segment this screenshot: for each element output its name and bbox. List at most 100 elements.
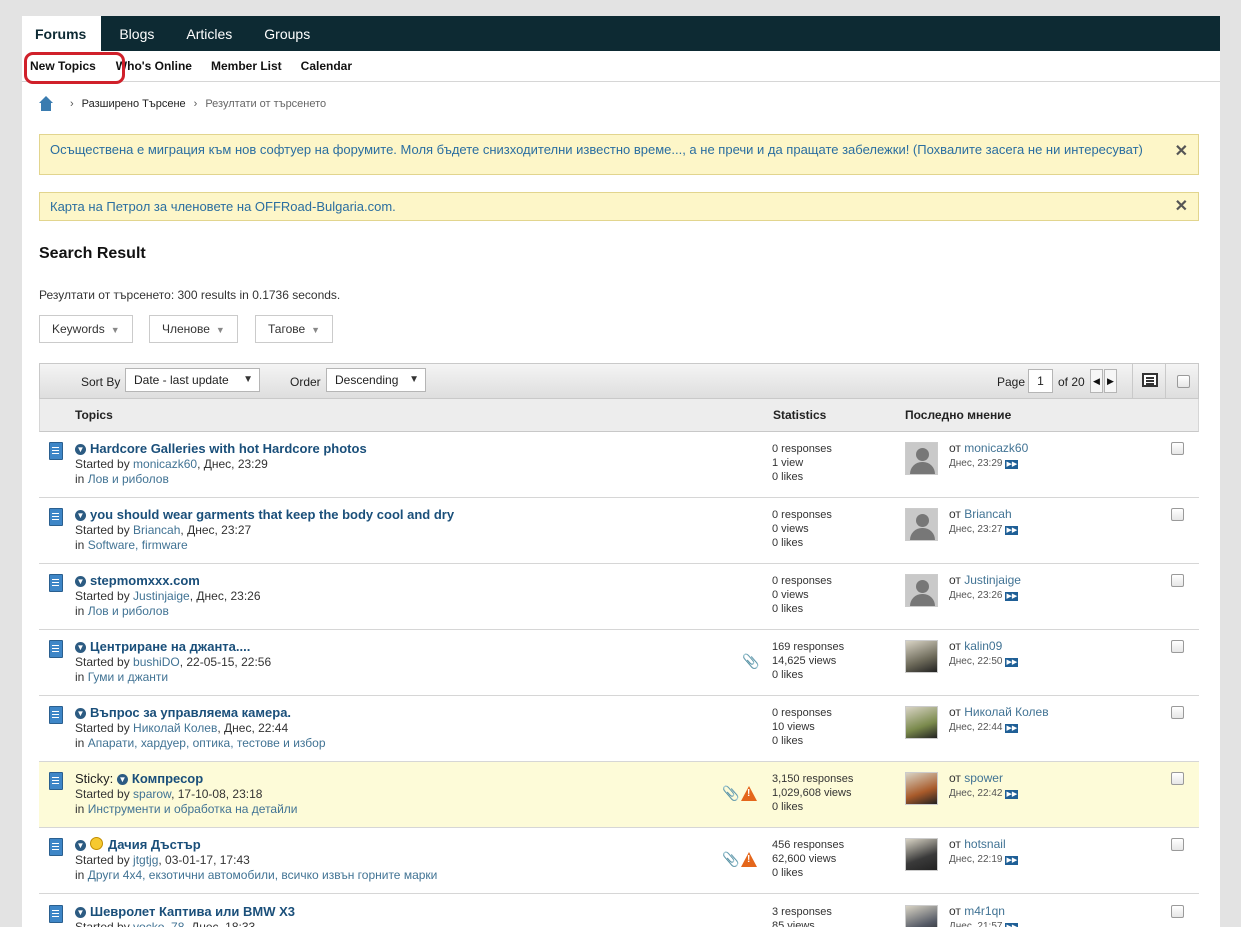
prev-page-icon[interactable]: ◀: [1090, 369, 1103, 393]
tab-blogs[interactable]: Blogs: [103, 16, 170, 51]
avatar[interactable]: [905, 442, 938, 475]
topic-title-link[interactable]: Центриране на джанта....: [90, 639, 250, 654]
go-first-unread-icon[interactable]: ▼: [75, 444, 86, 455]
author-link[interactable]: Николай Колев: [133, 721, 217, 735]
started-by-label: Started by: [75, 523, 134, 537]
last-post-user-link[interactable]: monicazk60: [964, 441, 1028, 455]
smiley-icon: [90, 837, 103, 850]
category-link[interactable]: Лов и риболов: [88, 604, 169, 618]
category-link[interactable]: Апарати, хардуер, оптика, тестове и избо…: [88, 736, 326, 750]
home-icon[interactable]: [38, 96, 54, 112]
next-page-icon[interactable]: ▶: [1104, 369, 1117, 393]
topic-title-link[interactable]: Компресор: [132, 771, 203, 786]
author-link[interactable]: monicazk60: [133, 457, 197, 471]
category-link[interactable]: Software, firmware: [88, 538, 188, 552]
page-input[interactable]: 1: [1028, 369, 1053, 393]
go-to-last-post-icon[interactable]: ▶▶: [1005, 526, 1019, 535]
topic-statistics: 456 responses 62,600 views 0 likes: [772, 838, 844, 880]
go-to-last-post-icon[interactable]: ▶▶: [1005, 460, 1019, 469]
go-first-unread-icon[interactable]: ▼: [75, 510, 86, 521]
tab-articles[interactable]: Articles: [170, 16, 248, 51]
order-select[interactable]: Descending ▼: [326, 368, 426, 392]
row-select-checkbox[interactable]: [1171, 640, 1184, 653]
author-link[interactable]: Justinjaige: [133, 589, 190, 603]
highlight-box: [24, 52, 125, 84]
go-to-last-post-icon[interactable]: ▶▶: [1005, 592, 1019, 601]
author-link[interactable]: Briancah: [133, 523, 180, 537]
category-link[interactable]: Лов и риболов: [88, 472, 169, 486]
topic-title-line: Sticky: ▼ Компресор: [75, 771, 203, 786]
topic-title-link[interactable]: you should wear garments that keep the b…: [90, 507, 454, 522]
topic-statistics: 3 responses 85 views: [772, 905, 832, 927]
avatar[interactable]: [905, 772, 938, 805]
go-first-unread-icon[interactable]: ▼: [75, 576, 86, 587]
category-link[interactable]: Инструменти и обработка на детайли: [88, 802, 298, 816]
close-icon[interactable]: ✕: [1175, 141, 1188, 161]
topic-title-link[interactable]: Въпрос за управляема камера.: [90, 705, 291, 720]
last-post-user-link[interactable]: m4r1qn: [964, 904, 1005, 918]
last-post-user-link[interactable]: kalin09: [964, 639, 1002, 653]
last-post-time: Днес, 23:29: [949, 458, 1003, 469]
topic-title-link[interactable]: Шевролет Каптива или BMW X3: [90, 904, 295, 919]
subnav-calendar[interactable]: Calendar: [301, 59, 352, 73]
avatar[interactable]: [905, 508, 938, 541]
subnav-whos-online[interactable]: Who's Online: [116, 59, 192, 73]
in-label: in: [75, 802, 88, 816]
tab-groups[interactable]: Groups: [248, 16, 326, 51]
author-link[interactable]: sparow: [133, 787, 171, 801]
views-count: 85 views: [772, 920, 815, 927]
go-to-last-post-icon[interactable]: ▶▶: [1005, 790, 1019, 799]
close-icon[interactable]: ✕: [1175, 193, 1188, 220]
tab-forums[interactable]: Forums: [22, 16, 102, 51]
author-link[interactable]: jtgtjg: [133, 853, 158, 867]
topic-category: in Лов и риболов: [75, 472, 169, 486]
category-link[interactable]: Други 4x4, екзотични автомобили, всичко …: [88, 868, 438, 882]
go-to-last-post-icon[interactable]: ▶▶: [1005, 856, 1019, 865]
category-link[interactable]: Гуми и джанти: [88, 670, 168, 684]
avatar[interactable]: [905, 905, 938, 927]
avatar[interactable]: [905, 706, 938, 739]
topic-title-link[interactable]: stepmomxxx.com: [90, 573, 200, 588]
last-post-user-link[interactable]: Николай Колев: [964, 705, 1048, 719]
last-post-user-link[interactable]: Justinjaige: [964, 573, 1021, 587]
avatar[interactable]: [905, 838, 938, 871]
row-select-checkbox[interactable]: [1171, 706, 1184, 719]
row-select-checkbox[interactable]: [1171, 442, 1184, 455]
go-first-unread-icon[interactable]: ▼: [75, 907, 86, 918]
avatar[interactable]: [905, 574, 938, 607]
sort-by-select[interactable]: Date - last update ▼: [125, 368, 260, 392]
row-select-checkbox[interactable]: [1171, 508, 1184, 521]
go-to-last-post-icon[interactable]: ▶▶: [1005, 724, 1019, 733]
topic-started-by: Started by yocko_78, Днес, 18:33: [75, 920, 255, 927]
topic-started-by: Started by Николай Колев, Днес, 22:44: [75, 721, 288, 735]
topic-title-link[interactable]: Hardcore Galleries with hot Hardcore pho…: [90, 441, 367, 456]
last-post-prefix: от: [949, 573, 965, 587]
sort-by-label: Sort By: [81, 375, 121, 389]
avatar[interactable]: [905, 640, 938, 673]
author-link[interactable]: yocko_78: [133, 920, 184, 927]
row-select-checkbox[interactable]: [1171, 838, 1184, 851]
author-link[interactable]: bushiDO: [133, 655, 180, 669]
subnav-member-list[interactable]: Member List: [211, 59, 282, 73]
breadcrumb-advanced-search[interactable]: Разширено Търсене: [82, 98, 186, 110]
last-post-user-link[interactable]: Briancah: [964, 507, 1011, 521]
go-first-unread-icon[interactable]: ▼: [75, 642, 86, 653]
row-select-checkbox[interactable]: [1171, 772, 1184, 785]
filter-tags[interactable]: Тагове ▼: [255, 315, 334, 343]
row-select-checkbox[interactable]: [1171, 905, 1184, 918]
responses-count: 0 responses: [772, 509, 832, 521]
inline-moderation-button[interactable]: [1132, 364, 1166, 398]
go-to-last-post-icon[interactable]: ▶▶: [1005, 658, 1019, 667]
row-select-checkbox[interactable]: [1171, 574, 1184, 587]
topic-row: ▼ Шевролет Каптива или BMW X3 Started by y…: [39, 895, 1199, 927]
filter-members[interactable]: Членове ▼: [149, 315, 238, 343]
select-all-checkbox[interactable]: [1177, 375, 1190, 388]
go-to-last-post-icon[interactable]: ▶▶: [1005, 923, 1019, 927]
last-post-user-link[interactable]: spower: [964, 771, 1003, 785]
go-first-unread-icon[interactable]: ▼: [75, 840, 86, 851]
go-first-unread-icon[interactable]: ▼: [75, 708, 86, 719]
last-post-user-link[interactable]: hotsnail: [964, 837, 1005, 851]
go-first-unread-icon[interactable]: ▼: [116, 774, 128, 785]
topic-title-link[interactable]: Дачия Дъстър: [108, 837, 201, 852]
filter-keywords[interactable]: Keywords ▼: [39, 315, 133, 343]
